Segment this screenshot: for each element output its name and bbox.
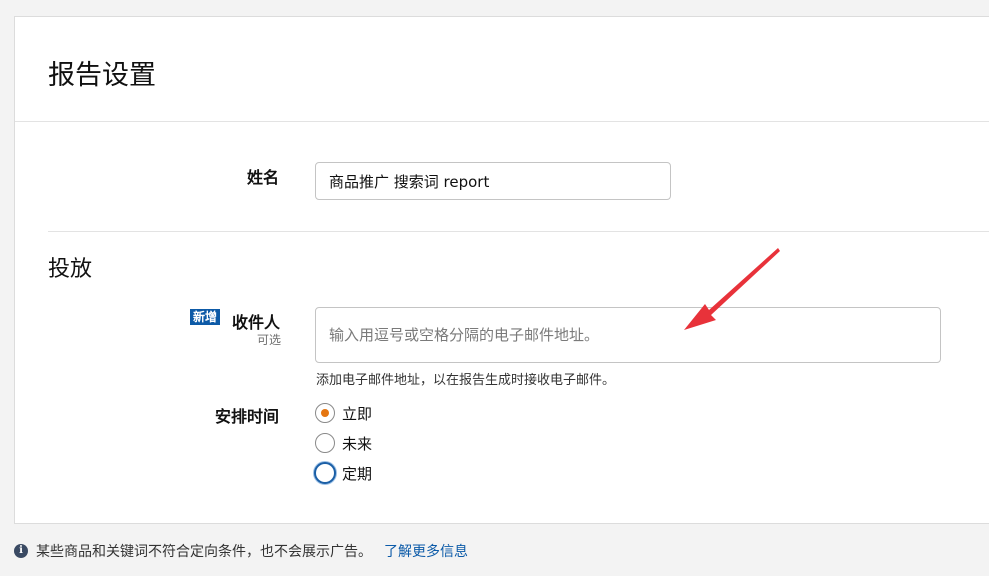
radio-button[interactable] (314, 462, 336, 484)
name-label: 姓名 (247, 168, 280, 187)
schedule-option-label: 立即 (342, 404, 373, 423)
optional-hint: 可选 (256, 333, 281, 347)
schedule-option-now[interactable]: 立即 (315, 401, 372, 425)
new-badge: 新增 (190, 309, 221, 325)
schedule-option-label: 定期 (342, 464, 373, 483)
section-divider (48, 231, 989, 232)
schedule-option-future[interactable]: 未来 (315, 431, 372, 455)
annotation-arrow-icon (684, 248, 780, 330)
schedule-option-label: 未来 (342, 434, 373, 453)
page-title: 报告设置 (48, 60, 156, 91)
header-divider (15, 121, 989, 122)
delivery-section-title: 投放 (48, 257, 93, 282)
schedule-option-recurring[interactable]: 定期 (314, 461, 373, 485)
recipients-email-input[interactable] (315, 307, 941, 363)
footer-notice: i 某些商品和关键词不符合定向条件，也不会展示广告。 了解更多信息 (14, 541, 468, 561)
recipients-helper-text: 添加电子邮件地址，以在报告生成时接收电子邮件。 (316, 373, 616, 388)
schedule-label: 安排时间 (215, 407, 280, 426)
learn-more-link[interactable]: 了解更多信息 (384, 541, 468, 561)
report-name-input[interactable] (315, 162, 671, 200)
recipients-label: 收件人 (232, 313, 281, 332)
radio-button[interactable] (315, 433, 335, 453)
info-icon: i (14, 544, 28, 558)
report-settings-card: 报告设置 姓名 投放 新增 收件人 可选 添加电子邮件地址，以在报告生成时接收电… (14, 16, 989, 524)
footer-notice-text: 某些商品和关键词不符合定向条件，也不会展示广告。 (36, 544, 372, 560)
radio-button-checked[interactable] (315, 403, 335, 423)
